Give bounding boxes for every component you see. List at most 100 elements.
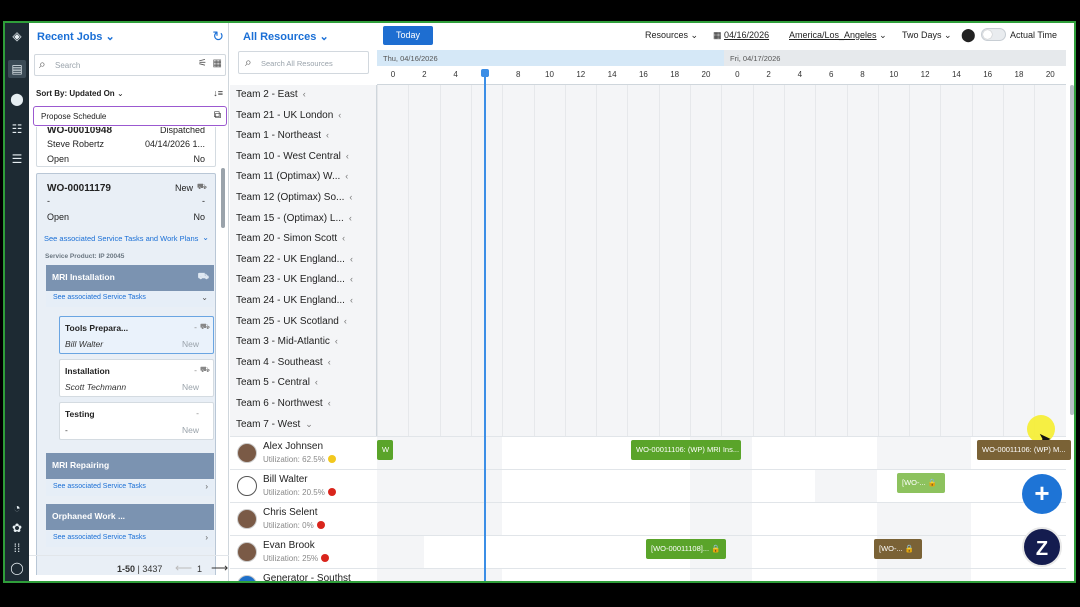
jobs-nav-icon[interactable]: ▤ [8,60,26,78]
user-icon[interactable]: ◯ [8,559,26,577]
booking-block[interactable]: WO-00011106: (WP) MRI Ins... [631,440,741,460]
sort-direction-icon[interactable]: ↓≡ [213,88,223,98]
resource-timeline[interactable] [377,470,1066,503]
booking-block[interactable]: [WO-... 🔒 [897,473,945,493]
resource-row[interactable]: Generator - Southst [230,568,1066,581]
team-row[interactable]: Team 21 - UK London ‹ [236,110,341,121]
resource-search-input[interactable]: ⌕ Search All Resources [238,51,369,74]
team-row[interactable]: Team 10 - West Central ‹ [236,151,349,162]
team-row[interactable]: Team 1 - Northeast ‹ [236,130,329,141]
resource-timeline[interactable] [377,503,1066,536]
booking-block[interactable]: [WO-... 🔒 [874,539,922,559]
group-orphaned-work[interactable]: Orphaned Work ... [46,504,214,530]
propose-schedule-button[interactable]: Propose Schedule ⧉ [33,106,227,126]
refresh-icon[interactable]: ↻ [212,28,224,45]
assistant-button[interactable]: Z [1022,527,1062,567]
task-card[interactable]: Tools Prepara... - ⛟ Bill Walter New [59,316,214,354]
job-card-expanded[interactable]: WO-00011179 New ⛟ - - Open No See associ… [36,173,216,575]
team-row[interactable]: Team 5 - Central ‹ [236,377,318,388]
chevron-icon[interactable]: ‹ [315,377,318,387]
grid-view-icon[interactable]: ▦ [213,58,222,69]
chevron-icon[interactable]: ‹ [349,213,352,223]
chevron-down-icon[interactable]: ⌄ [202,233,209,242]
team-row[interactable]: Team 25 - UK Scotland ‹ [236,316,347,327]
see-tasks-plans-link[interactable]: See associated Service Tasks and Work Pl… [44,234,198,243]
status-dot-icon [316,521,325,529]
map-pin-nav-icon[interactable]: ⬤ [8,90,26,108]
add-button[interactable]: + [1022,474,1062,514]
chevron-icon[interactable]: ‹ [350,254,353,264]
gear-icon[interactable]: ✿ [8,519,26,537]
apps-grid-icon[interactable]: ⁞⁞ [8,539,26,557]
actual-time-toggle[interactable] [981,28,1006,41]
current-time-line [484,71,486,581]
chevron-icon[interactable]: ‹ [338,110,341,120]
timezone-dropdown[interactable]: America/Los_Angeles ⌄ [789,30,887,41]
checklist-nav-icon[interactable]: ☰ [8,150,26,168]
chevron-icon[interactable]: ‹ [346,151,349,161]
resource-timeline[interactable] [377,569,1066,581]
team-row[interactable]: Team 24 - UK England... ‹ [236,295,353,306]
chevron-icon[interactable]: ‹ [303,89,306,99]
chevron-icon[interactable]: ‹ [350,295,353,305]
team-name: Team 3 - Mid-Atlantic [236,336,330,348]
group-mri-installation[interactable]: MRI Installation ⛟ [46,265,214,291]
chevron-icon[interactable]: ‹ [344,316,347,326]
resource-utilization: Utilization: 25% [263,554,330,563]
team-row[interactable]: Team 15 - (Optimax) L... ‹ [236,213,352,224]
team-row[interactable]: Team 12 (Optimax) So... ‹ [236,192,352,203]
task-card[interactable]: Testing - - New [59,402,214,440]
sort-by-dropdown[interactable]: Sort By: Updated On ⌄ [36,89,124,98]
hour-label: 8 [860,70,865,79]
team-row[interactable]: Team 11 (Optimax) W... ‹ [236,171,348,182]
prev-page-icon[interactable]: ⟵ [175,561,192,575]
job-card[interactable]: WO-00010948 Dispatched Steve Robertz 04/… [36,127,216,167]
bell-icon[interactable]: ◔ [8,499,26,517]
task-card[interactable]: Installation - ⛟ Scott Techmann New [59,359,214,397]
group-mri-repairing[interactable]: MRI Repairing [46,453,214,479]
next-page-icon[interactable]: ⟶ [211,561,228,575]
resources-label: Resources [645,30,689,40]
job-status: New [174,183,193,193]
today-button[interactable]: Today [383,26,433,45]
recent-jobs-dropdown[interactable]: Recent Jobs ⌄ [37,30,115,43]
booking-block[interactable]: W [377,440,393,460]
all-resources-dropdown[interactable]: All Resources ⌄ [243,30,329,43]
booking-block[interactable]: WO-00011106: (WP) M... [977,440,1071,460]
resource-row[interactable]: Chris Selent Utilization: 0% [230,502,1066,535]
jobs-search-input[interactable]: ⌕ Search ⚟ ▦ [34,54,226,76]
filter-icon[interactable]: ⚟ [198,58,207,69]
hour-label: 0 [390,70,396,79]
booking-block[interactable]: [WO-00011108]... 🔒 [646,539,726,559]
chevron-icon[interactable]: ‹ [328,398,331,408]
team-row[interactable]: Team 2 - East ‹ [236,89,306,100]
team-row[interactable]: Team 7 - West ⌄ [236,419,313,430]
chevron-icon[interactable]: ‹ [349,192,352,202]
chevron-icon[interactable]: ‹ [350,274,353,284]
team-row[interactable]: Team 3 - Mid-Atlantic ‹ [236,336,338,347]
team-row[interactable]: Team 6 - Northwest ‹ [236,398,331,409]
chevron-icon[interactable]: ‹ [335,336,338,346]
team-nav-icon[interactable]: ☷ [8,120,26,138]
chevron-icon[interactable]: ⌄ [305,419,313,429]
chevron-icon[interactable]: ‹ [345,171,348,181]
schedule-scrollbar[interactable] [1070,85,1074,415]
view-dropdown[interactable]: Two Days ⌄ [902,30,952,41]
chevron-icon[interactable]: ‹ [328,357,331,367]
resources-dropdown[interactable]: Resources ⌄ [645,30,698,41]
team-row[interactable]: Team 4 - Southeast ‹ [236,357,331,368]
group-tasks-link[interactable]: See associated Service Tasks › [46,480,214,496]
range: 1-50 [117,564,136,574]
team-row[interactable]: Team 23 - UK England... ‹ [236,274,353,285]
team-row[interactable]: Team 20 - Simon Scott ‹ [236,233,345,244]
team-row[interactable]: Team 22 - UK England... ‹ [236,254,353,265]
group-tasks-link[interactable]: See associated Service Tasks › [46,531,214,547]
chevron-icon[interactable]: ‹ [342,233,345,243]
location-pin-icon[interactable]: ⬤ [961,27,976,43]
date-picker[interactable]: ▦ 04/16/2026 [713,30,769,41]
chevron-icon[interactable]: ‹ [326,130,329,140]
page-number[interactable]: 1 [197,564,202,574]
job-list-scrollbar[interactable] [221,168,225,228]
resource-utilization: Utilization: 20.5% [263,488,336,497]
group-tasks-link[interactable]: See associated Service Tasks ⌄ [46,291,214,307]
